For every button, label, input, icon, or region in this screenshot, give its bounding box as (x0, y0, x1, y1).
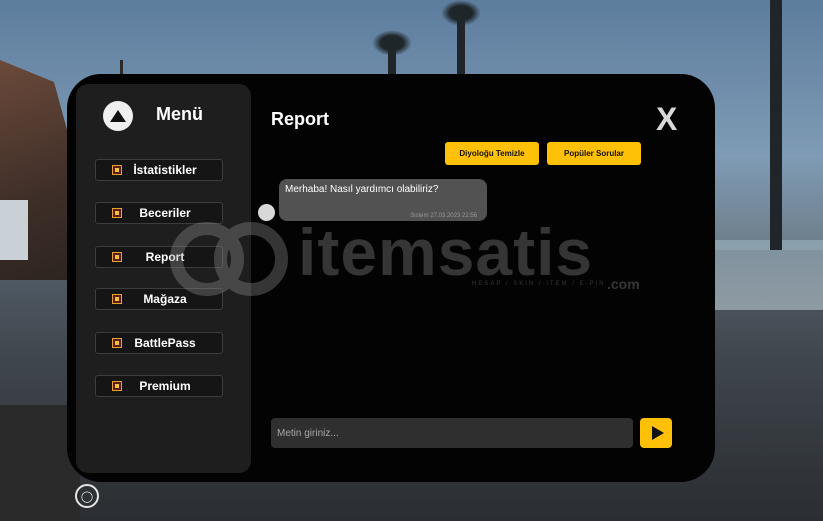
watermark-tld: .com (607, 276, 640, 292)
skills-icon (112, 208, 122, 218)
close-button[interactable]: X (656, 103, 677, 135)
page-title: Report (271, 109, 329, 129)
palm-tree (770, 0, 782, 250)
clear-dialog-button[interactable]: Diyoloğu Temizle (445, 142, 539, 165)
app-logo (103, 101, 133, 131)
message-input[interactable] (271, 418, 633, 448)
store-icon (112, 294, 122, 304)
sidebar-item-premium[interactable]: Premium (95, 375, 223, 397)
watermark: itemsatis HESAP / SKIN / ITEM / E-PIN .c… (170, 215, 660, 298)
background-wall (0, 200, 28, 260)
report-icon (112, 252, 122, 262)
battlepass-icon (112, 338, 122, 348)
popular-questions-button[interactable]: Popüler Sorular (547, 142, 641, 165)
message-text: Merhaba! Nasıl yardımcı olabiliriz? (285, 184, 439, 195)
watermark-tagline: HESAP / SKIN / ITEM / E-PIN (472, 281, 606, 287)
watermark-brand: itemsatis (298, 215, 594, 289)
background-sea (703, 240, 823, 310)
menu-title: Menü (156, 104, 203, 124)
sidebar-item-battlepass[interactable]: BattlePass (95, 332, 223, 354)
send-icon (651, 426, 664, 440)
sidebar-item-statistics[interactable]: İstatistikler (95, 159, 223, 181)
palm-crown (441, 0, 481, 26)
palm-crown (372, 30, 412, 56)
watermark-logo-ring (214, 222, 288, 296)
water-drop-icon: ◯ (75, 484, 99, 508)
send-button[interactable] (640, 418, 672, 448)
premium-icon (112, 381, 122, 391)
stats-icon (112, 165, 122, 175)
